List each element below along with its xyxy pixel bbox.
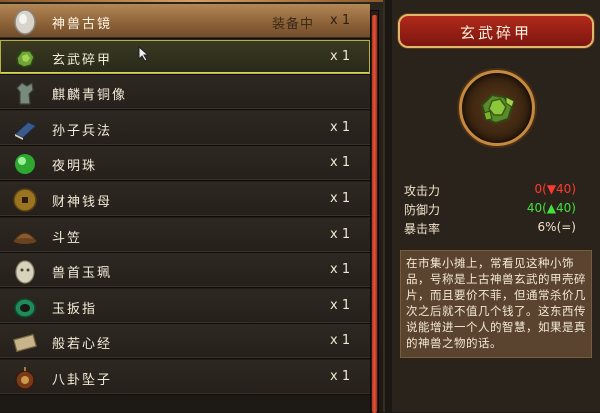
item-description: 在市集小摊上，常看见这种小饰品，号称是上古神兽玄武的甲壳碎片，而且要价不菲，但通… bbox=[400, 250, 592, 358]
jade-ring-icon bbox=[12, 294, 38, 320]
list-item-quantity: x 1 bbox=[330, 333, 351, 349]
detail-title-bar: 玄武碎甲 bbox=[398, 14, 594, 48]
equipped-status: 装备中 bbox=[272, 17, 315, 32]
list-item-name: 玉扳指 bbox=[52, 301, 98, 317]
list-item[interactable]: 玄武碎甲 x 1 bbox=[0, 39, 370, 75]
list-item-quantity: x 1 bbox=[330, 297, 351, 313]
stat-label: 攻击力 bbox=[404, 184, 441, 198]
ancient-mirror-icon bbox=[12, 9, 38, 35]
scroll-icon bbox=[12, 329, 38, 355]
scrollbar-thumb[interactable] bbox=[372, 15, 377, 413]
list-item-name: 八卦坠子 bbox=[52, 373, 113, 388]
list-item-name: 孙子兵法 bbox=[52, 123, 113, 139]
item-detail-panel: 玄武碎甲 攻击力 0(▼40) 防御力 40(▲40) 暴击率 6%(=) 在市… bbox=[392, 0, 600, 412]
bronze-statue-icon bbox=[12, 80, 38, 106]
stat-value: 0(▼40) bbox=[534, 182, 577, 196]
stat-value: 6%(=) bbox=[537, 220, 576, 234]
coin-icon bbox=[12, 187, 38, 213]
list-item[interactable]: 玉扳指 x 1 bbox=[0, 288, 370, 324]
stat-defense: 防御力 40(▲40) bbox=[400, 201, 592, 218]
stat-value: 40(▲40) bbox=[526, 201, 576, 215]
scrollbar[interactable] bbox=[370, 10, 379, 413]
list-item-quantity: x 1 bbox=[330, 155, 351, 171]
list-item-quantity: x 1 bbox=[330, 369, 351, 384]
jade-pendant-icon bbox=[12, 258, 38, 284]
straw-hat-icon bbox=[12, 223, 38, 249]
mouse-cursor-icon bbox=[138, 45, 150, 62]
list-item[interactable]: 孙子兵法 x 1 bbox=[0, 110, 370, 146]
list-item[interactable]: 财神钱母 x 1 bbox=[0, 182, 370, 217]
list-item-name: 玄武碎甲 bbox=[52, 52, 113, 68]
item-image-frame bbox=[459, 70, 535, 146]
list-item[interactable]: 八卦坠子 x 1 bbox=[0, 360, 370, 395]
book-icon bbox=[12, 116, 38, 142]
list-item-name: 般若心经 bbox=[52, 337, 113, 353]
stats-box: 攻击力 0(▼40) 防御力 40(▲40) 暴击率 6%(=) bbox=[400, 182, 592, 240]
list-item-name: 麒麟青铜像 bbox=[52, 88, 128, 104]
stat-label: 暴击率 bbox=[404, 222, 441, 236]
stat-crit: 暴击率 6%(=) bbox=[400, 220, 592, 237]
turtle-shell-icon bbox=[12, 45, 38, 71]
detail-title: 玄武碎甲 bbox=[459, 24, 532, 42]
list-item-name: 神兽古镜 bbox=[52, 17, 113, 32]
list-item-name: 兽首玉珮 bbox=[52, 266, 113, 282]
stat-attack: 攻击力 0(▼40) bbox=[400, 182, 592, 199]
turtle-shell-icon bbox=[480, 93, 515, 125]
list-item[interactable]: 夜明珠 x 1 bbox=[0, 146, 370, 182]
list-item[interactable]: 兽首玉珮 x 1 bbox=[0, 253, 370, 289]
list-item-quantity: x 1 bbox=[330, 262, 351, 278]
list-item-quantity: x 1 bbox=[330, 13, 351, 28]
list-item[interactable]: 神兽古镜 装备中 x 1 bbox=[0, 4, 370, 39]
green-pearl-icon bbox=[12, 151, 38, 177]
list-item-quantity: x 1 bbox=[330, 226, 351, 242]
bagua-pendant-icon bbox=[12, 365, 38, 391]
list-item-quantity: x 1 bbox=[330, 119, 351, 135]
list-item-name: 斗笠 bbox=[52, 230, 83, 246]
list-item-name: 夜明珠 bbox=[52, 159, 98, 175]
list-item[interactable]: 麒麟青铜像 bbox=[0, 75, 370, 111]
list-item[interactable]: 斗笠 x 1 bbox=[0, 217, 370, 253]
list-item-name: 财神钱母 bbox=[52, 195, 113, 210]
list-item[interactable]: 般若心经 x 1 bbox=[0, 324, 370, 360]
stat-label: 防御力 bbox=[404, 203, 441, 217]
list-item-quantity: x 1 bbox=[330, 48, 351, 64]
item-list-panel: 神兽古镜 装备中 x 1 玄武碎甲 x 1 麒麟青铜像孙子兵法 x 1 夜明珠 x 1 财神钱母 x… bbox=[0, 0, 385, 413]
list-item-quantity: x 1 bbox=[330, 191, 351, 206]
